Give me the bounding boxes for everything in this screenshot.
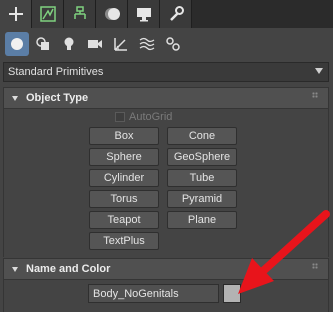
systems-button[interactable] (161, 32, 185, 56)
object-category-toolbar (0, 28, 333, 60)
pyramid-button[interactable]: Pyramid (167, 190, 237, 208)
plus-icon (8, 7, 23, 21)
command-panel-tabs (0, 0, 333, 28)
sphere-button[interactable]: Sphere (89, 148, 159, 166)
object-color-swatch[interactable] (223, 284, 241, 303)
cone-button[interactable]: Cone (167, 127, 237, 145)
helpers-icon (114, 38, 127, 51)
collapse-triangle-icon (12, 95, 18, 101)
shapes-button[interactable] (31, 32, 55, 56)
helpers-button[interactable] (109, 32, 133, 56)
object-name-value: Body_NoGenitals (93, 287, 179, 300)
torus-button[interactable]: Torus (89, 190, 159, 208)
tab-modify[interactable] (32, 0, 64, 28)
systems-icon (166, 37, 180, 51)
collapse-triangle-icon (12, 266, 18, 272)
tube-button[interactable]: Tube (167, 169, 237, 187)
spacewarps-icon (139, 37, 155, 51)
geometry-button[interactable] (5, 32, 29, 56)
motion-icon (104, 8, 120, 20)
category-dropdown-value: Standard Primitives (8, 66, 104, 78)
geosphere-button[interactable]: GeoSphere (167, 148, 237, 166)
name-and-color-rollout-header[interactable]: Name and Color (3, 258, 329, 280)
spacewarps-button[interactable] (135, 32, 159, 56)
autogrid-label: AutoGrid (129, 111, 173, 123)
tab-create[interactable] (0, 0, 32, 28)
tab-hierarchy[interactable] (64, 0, 96, 28)
object-type-title: Object Type (26, 92, 89, 104)
box-button[interactable]: Box (89, 127, 159, 145)
name-and-color-title: Name and Color (26, 263, 111, 275)
rollout-grip-icon (312, 92, 318, 98)
object-type-rollout-header[interactable]: Object Type (3, 87, 329, 109)
autogrid-checkbox[interactable]: AutoGrid (115, 110, 172, 124)
utilities-icon (169, 6, 184, 21)
shapes-icon (36, 37, 49, 50)
object-name-field[interactable]: Body_NoGenitals (88, 284, 219, 303)
object-type-rollout-body (3, 109, 329, 257)
hierarchy-icon (73, 6, 86, 19)
lights-button[interactable] (57, 32, 81, 56)
checkbox-icon (115, 112, 125, 122)
modify-icon (39, 6, 56, 22)
lights-icon (64, 37, 74, 50)
cylinder-button[interactable]: Cylinder (89, 169, 159, 187)
chevron-down-icon (315, 68, 323, 74)
tab-utilities[interactable] (160, 0, 192, 28)
cameras-icon (88, 40, 102, 48)
cameras-button[interactable] (83, 32, 107, 56)
rollout-grip-icon (312, 263, 318, 269)
category-dropdown[interactable]: Standard Primitives (3, 62, 329, 82)
plane-button[interactable]: Plane (167, 211, 237, 229)
display-icon (136, 8, 151, 22)
tab-display[interactable] (128, 0, 160, 28)
teapot-button[interactable]: Teapot (89, 211, 159, 229)
textplus-button[interactable]: TextPlus (89, 232, 159, 250)
geometry-icon (11, 38, 23, 50)
tab-motion[interactable] (96, 0, 128, 28)
